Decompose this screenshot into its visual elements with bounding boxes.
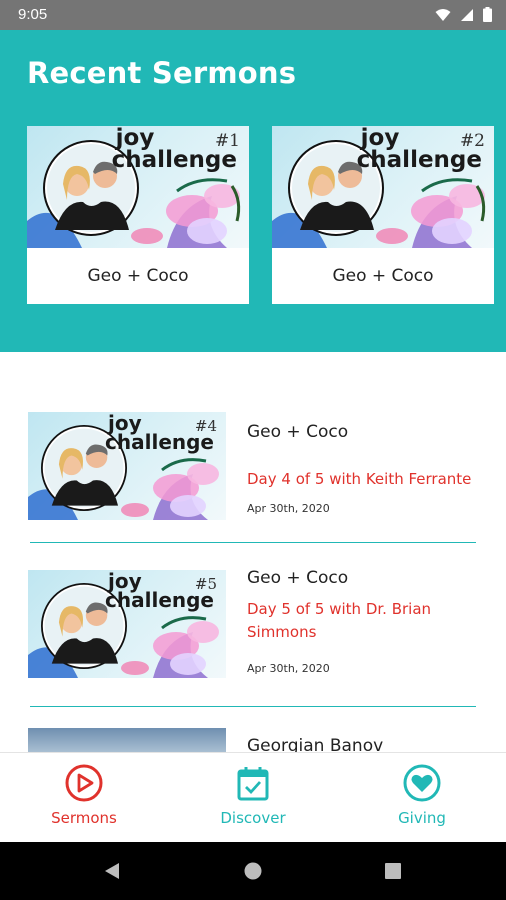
recents-icon[interactable]	[385, 863, 401, 879]
sermon-thumbnail	[28, 728, 226, 752]
sermon-thumbnail: joy challenge #4	[28, 412, 226, 520]
back-icon[interactable]	[103, 862, 121, 880]
list-item[interactable]: joy challenge #4 Geo + Coco Day 4 of 5 w…	[0, 412, 506, 544]
nav-label: Giving	[398, 809, 446, 827]
sermon-title: Georgian Banov	[247, 736, 384, 752]
sermon-title: Geo + Coco	[247, 422, 349, 442]
heart-circle-icon	[403, 764, 441, 802]
card-label: Geo + Coco	[87, 266, 189, 286]
nav-item-sermons[interactable]: Sermons	[0, 753, 168, 843]
nav-item-giving[interactable]: Giving	[338, 753, 506, 843]
row-divider	[30, 542, 476, 543]
wifi-icon	[435, 8, 451, 21]
sermon-card[interactable]: joy challenge #1 Geo + Coco	[27, 126, 249, 304]
sermon-date: Apr 30th, 2020	[247, 502, 330, 515]
nav-label: Sermons	[51, 809, 117, 827]
list-item[interactable]: joy challenge #5 Geo + Coco Day 5 of 5 w…	[0, 568, 506, 702]
cell-signal-icon	[461, 8, 473, 21]
episode-number: #2	[459, 131, 485, 151]
section-title: Recent Sermons	[27, 56, 297, 90]
home-icon[interactable]	[244, 862, 262, 880]
episode-number: #5	[194, 575, 217, 593]
row-divider	[30, 706, 476, 707]
status-icons	[435, 7, 492, 22]
recent-sermons-section: Recent Sermons joy challenge #1 Geo + Co…	[0, 30, 506, 352]
sermon-list: joy challenge #4 Geo + Coco Day 4 of 5 w…	[0, 352, 506, 752]
sermon-thumbnail: joy challenge #2	[272, 126, 494, 248]
episode-number: #4	[194, 417, 217, 435]
sermon-subtitle: Day 5 of 5 with Dr. Brian Simmons	[247, 600, 432, 641]
list-item[interactable]: Georgian Banov	[0, 728, 506, 752]
sermon-thumbnail: joy challenge #1	[27, 126, 249, 248]
thumbnail-subtitle: challenge	[105, 588, 214, 612]
play-circle-icon	[65, 764, 103, 802]
episode-number: #1	[214, 131, 240, 151]
thumbnail-subtitle: challenge	[111, 146, 237, 173]
calendar-check-icon	[237, 767, 269, 801]
sermon-subtitle: Day 4 of 5 with Keith Ferrante	[247, 470, 472, 488]
sermon-card[interactable]: joy challenge #2 Geo + Coco	[272, 126, 494, 304]
bottom-navigation: Sermons Discover Giving	[0, 752, 506, 842]
system-navigation-bar	[0, 842, 506, 900]
card-label: Geo + Coco	[332, 266, 434, 286]
battery-icon	[483, 7, 492, 22]
sermon-date: Apr 30th, 2020	[247, 662, 330, 675]
sermon-thumbnail: joy challenge #5	[28, 570, 226, 678]
status-bar: 9:05	[0, 0, 506, 30]
thumbnail-subtitle: challenge	[105, 430, 214, 454]
thumbnail-subtitle: challenge	[356, 146, 482, 173]
status-time: 9:05	[18, 6, 48, 23]
nav-item-discover[interactable]: Discover	[169, 753, 337, 843]
nav-label: Discover	[220, 809, 286, 827]
sermon-title: Geo + Coco	[247, 568, 349, 588]
